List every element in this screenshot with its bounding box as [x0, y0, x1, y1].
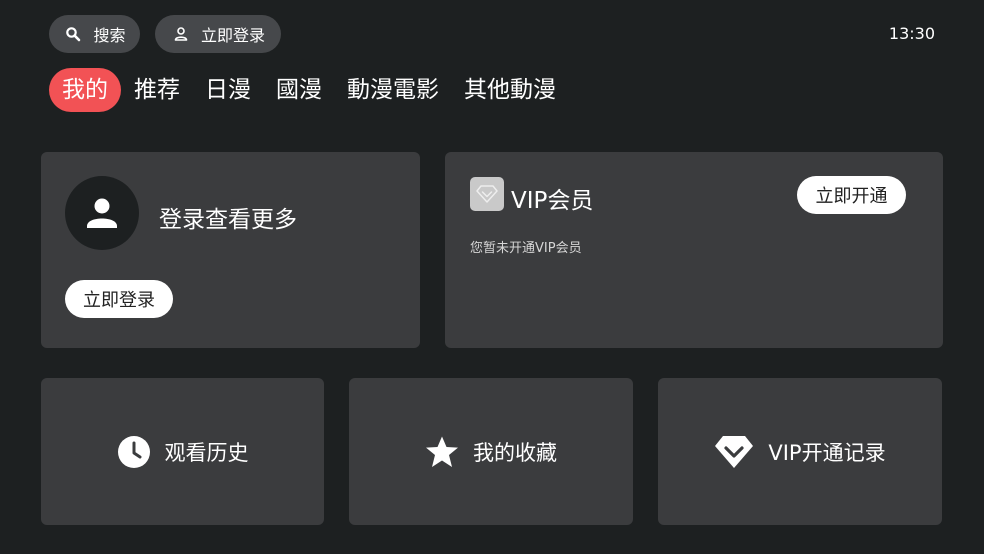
search-button[interactable]: 搜索 — [49, 15, 140, 53]
category-tabs: 我的 推荐 日漫 國漫 動漫電影 其他動漫 — [49, 68, 581, 112]
diamond-icon — [714, 435, 754, 469]
login-card[interactable]: 登录查看更多 立即登录 — [41, 152, 420, 348]
vip-record-card[interactable]: VIP开通记录 — [658, 378, 942, 525]
tab-recommend[interactable]: 推荐 — [134, 68, 180, 112]
screen: 搜索 立即登录 13:30 我的 推荐 日漫 國漫 動漫電影 其他動漫 登录查看… — [0, 0, 984, 554]
tab-chinese-anime[interactable]: 國漫 — [276, 68, 322, 112]
vip-open-button[interactable]: 立即开通 — [797, 176, 906, 214]
vip-status-text: 您暂未开通VIP会员 — [470, 241, 582, 256]
vip-card[interactable]: VIP会员 您暂未开通VIP会员 立即开通 — [445, 152, 943, 348]
tab-other-anime[interactable]: 其他動漫 — [464, 68, 556, 112]
login-top-label: 立即登录 — [200, 26, 265, 45]
vip-title: VIP会员 — [511, 188, 594, 214]
search-label: 搜索 — [93, 26, 126, 45]
search-icon — [63, 24, 83, 44]
avatar — [65, 176, 139, 250]
watch-history-card[interactable]: 观看历史 — [41, 378, 324, 525]
favorites-label: 我的收藏 — [473, 440, 557, 465]
user-icon — [171, 24, 191, 44]
favorites-card[interactable]: 我的收藏 — [349, 378, 633, 525]
star-icon — [425, 435, 459, 469]
login-card-button[interactable]: 立即登录 — [65, 280, 173, 318]
clock: 13:30 — [888, 24, 935, 43]
avatar-icon — [87, 198, 117, 228]
watch-history-label: 观看历史 — [164, 440, 249, 465]
clock-icon — [117, 435, 151, 469]
tab-anime-movies[interactable]: 動漫電影 — [347, 68, 439, 112]
vip-record-label: VIP开通记录 — [768, 440, 886, 465]
login-top-button[interactable]: 立即登录 — [155, 15, 281, 53]
vip-diamond-icon — [470, 177, 504, 211]
tab-mine[interactable]: 我的 — [49, 68, 121, 112]
login-prompt: 登录查看更多 — [159, 207, 297, 233]
tab-japanese-anime[interactable]: 日漫 — [205, 68, 251, 112]
